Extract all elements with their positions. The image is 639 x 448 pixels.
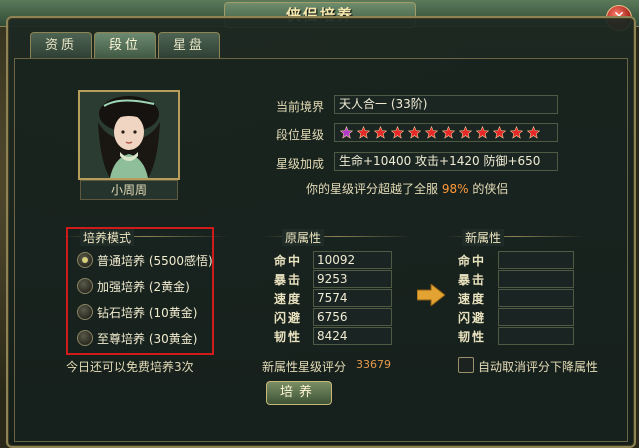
orig-attr-value: 8424 <box>313 327 392 345</box>
new-attr-name: 暴击 <box>458 273 487 287</box>
orig-attr-name: 闪避 <box>274 311 303 325</box>
star-icon <box>459 126 472 139</box>
star-icon <box>340 126 353 139</box>
new-attr-name: 闪避 <box>458 311 487 325</box>
orig-attr-name: 速度 <box>274 292 303 306</box>
orig-attr-value: 10092 <box>313 251 392 269</box>
mode-radio-diamond[interactable] <box>77 304 93 320</box>
star-icon <box>476 126 489 139</box>
new-attr-name: 速度 <box>458 292 487 306</box>
mode-label-supreme: 至尊培养 (30黄金) <box>97 332 198 346</box>
new-attrs-header: 新属性 <box>462 229 505 246</box>
train-button[interactable]: 培养 <box>266 381 332 405</box>
rank-note: 你的星级评分超越了全服 98% 的侠侣 <box>306 180 508 197</box>
arrow-right-icon <box>417 284 445 306</box>
mode-label-normal: 普通培养 (5500感悟) <box>97 254 213 268</box>
star-icon <box>527 126 540 139</box>
orig-attr-name: 命中 <box>274 254 303 268</box>
stars-label: 段位星级 <box>276 128 325 142</box>
new-attr-name: 命中 <box>458 254 487 268</box>
character-portrait <box>78 90 180 180</box>
star-icon <box>510 126 523 139</box>
new-attr-value <box>498 308 574 326</box>
tab-star-chart[interactable]: 星盘 <box>158 32 220 59</box>
star-icon <box>391 126 404 139</box>
new-attr-value <box>498 270 574 288</box>
star-icon <box>408 126 421 139</box>
free-times-note: 今日还可以免费培养3次 <box>66 360 194 374</box>
mode-label-diamond: 钻石培养 (10黄金) <box>97 306 198 320</box>
tab-aptitude[interactable]: 资质 <box>30 32 92 59</box>
new-score-value: 33679 <box>356 358 391 371</box>
rank-note-suffix: 的侠侣 <box>472 182 509 196</box>
original-attrs-header: 原属性 <box>282 229 325 246</box>
new-attr-value <box>498 327 574 345</box>
new-attr-name: 韧性 <box>458 330 487 344</box>
orig-attr-value: 7574 <box>313 289 392 307</box>
auto-cancel-label: 自动取消评分下降属性 <box>478 360 599 374</box>
mode-radio-supreme[interactable] <box>77 330 93 346</box>
star-icon <box>374 126 387 139</box>
rank-percent: 98% <box>441 182 469 196</box>
new-attr-value <box>498 289 574 307</box>
mode-label-enhanced: 加强培养 (2黄金) <box>97 280 190 294</box>
rank-note-prefix: 你的星级评分超越了全服 <box>306 182 439 196</box>
star-icon <box>442 126 455 139</box>
orig-attr-value: 9253 <box>313 270 392 288</box>
orig-attr-value: 6756 <box>313 308 392 326</box>
new-attr-value <box>498 251 574 269</box>
star-icon <box>357 126 370 139</box>
star-icon <box>425 126 438 139</box>
bonus-label: 星级加成 <box>276 157 325 171</box>
character-portrait-image <box>80 92 178 178</box>
mode-radio-enhanced[interactable] <box>77 278 93 294</box>
realm-label: 当前境界 <box>276 100 325 114</box>
orig-attr-name: 韧性 <box>274 330 303 344</box>
tab-rank[interactable]: 段位 <box>94 32 156 59</box>
star-icon <box>493 126 506 139</box>
mode-radio-normal[interactable] <box>77 252 93 268</box>
bonus-value: 生命+10400 攻击+1420 防御+650 <box>334 152 558 171</box>
realm-value: 天人合一 (33阶) <box>334 95 558 114</box>
new-score-label: 新属性星级评分 <box>262 360 347 374</box>
character-name: 小周周 <box>80 180 178 200</box>
orig-attr-name: 暴击 <box>274 273 303 287</box>
auto-cancel-checkbox[interactable] <box>458 357 474 373</box>
